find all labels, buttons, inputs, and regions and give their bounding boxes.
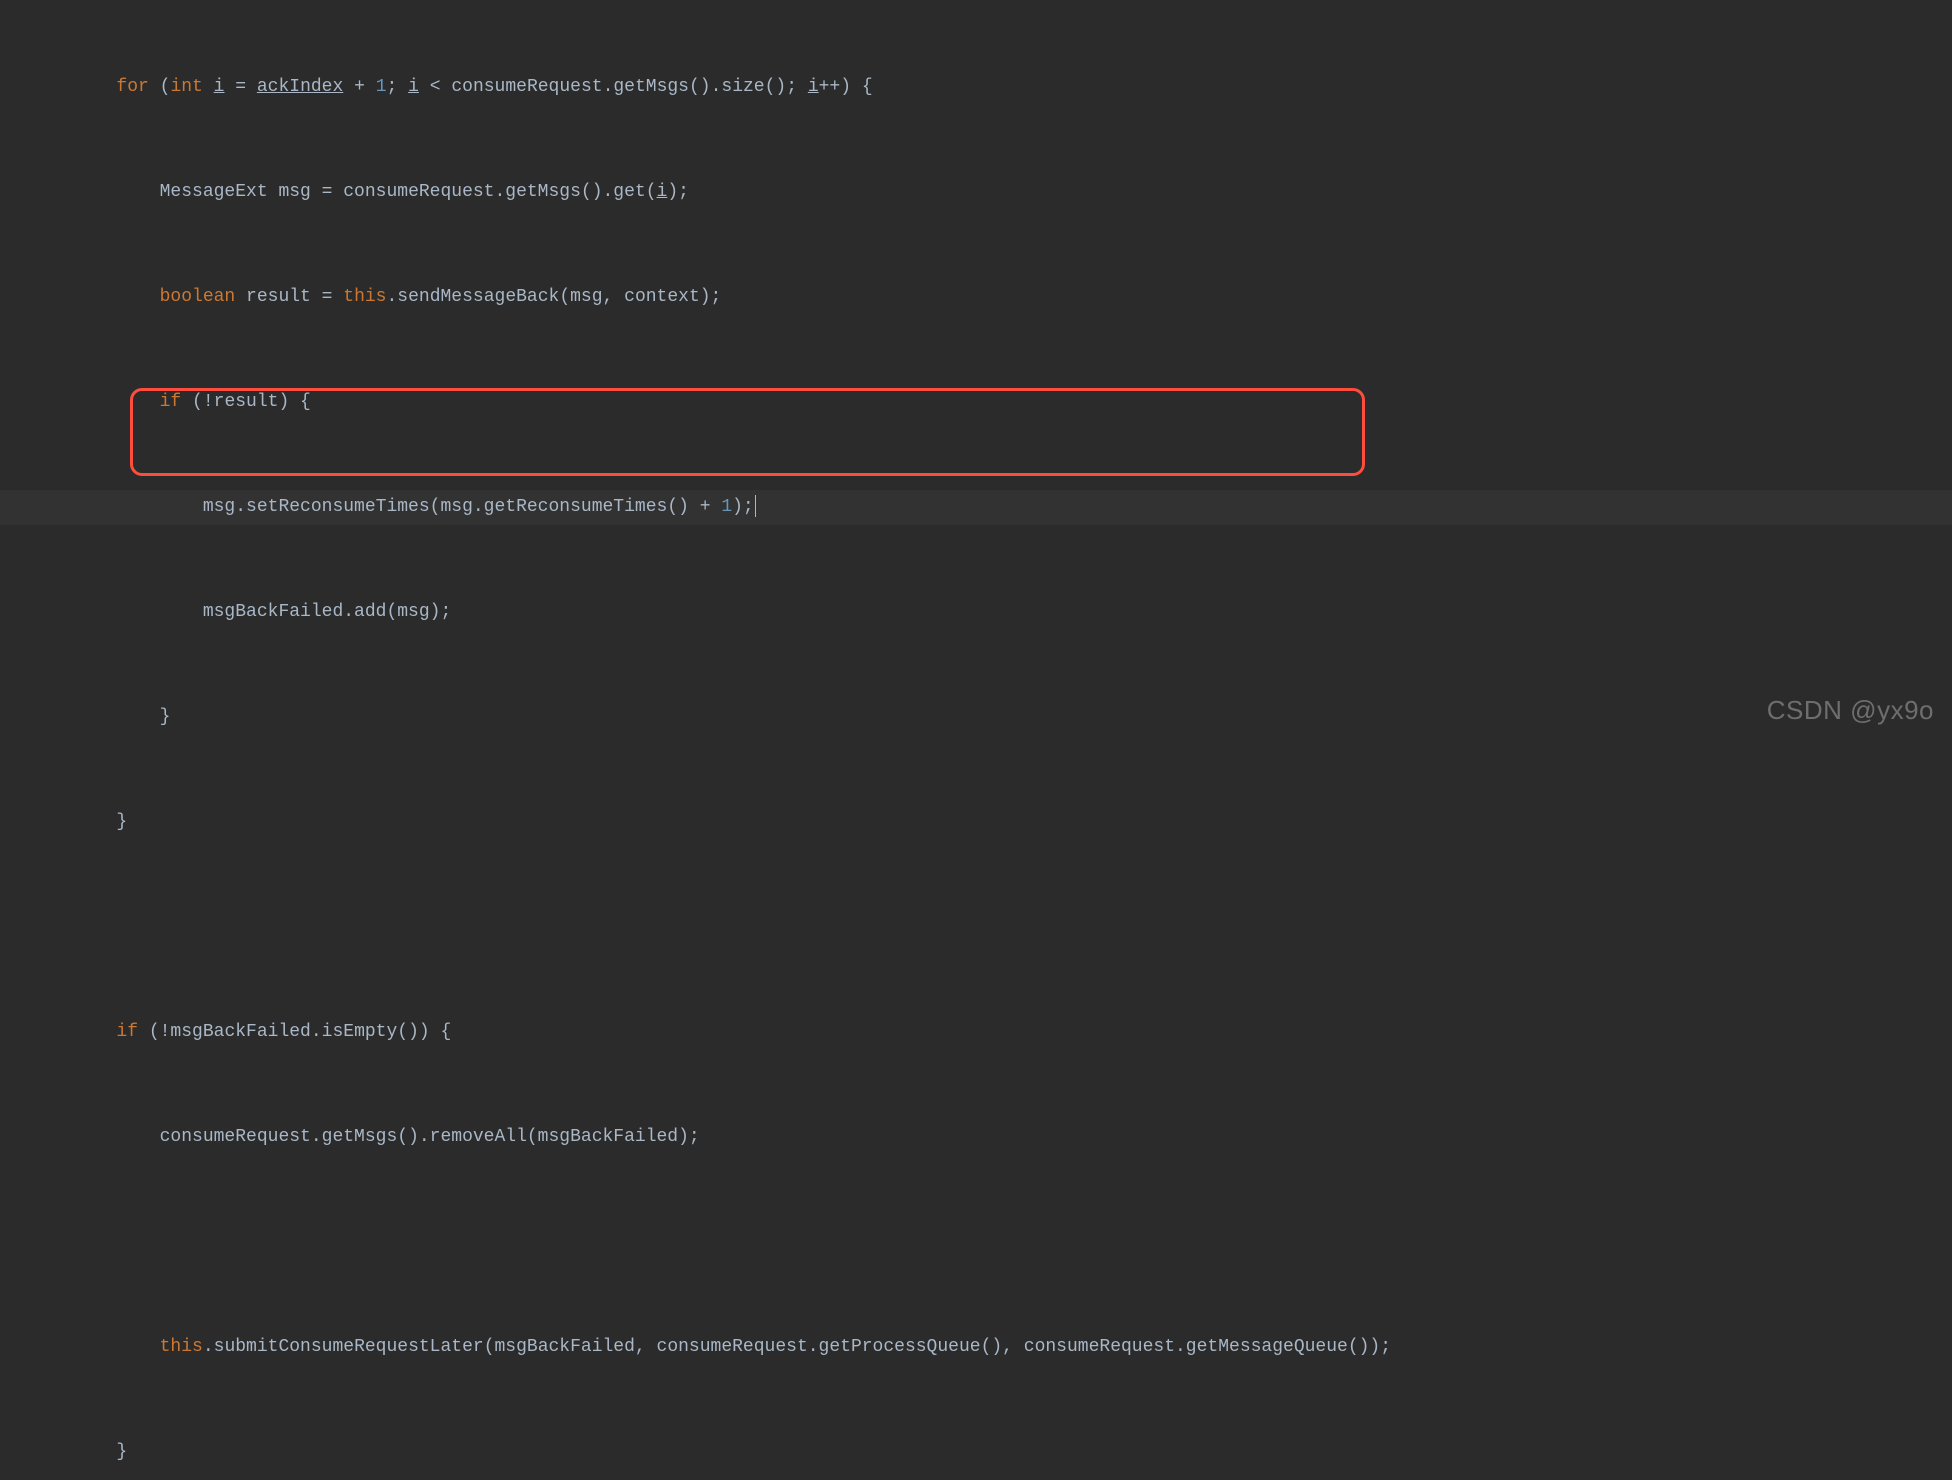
code-line[interactable]: for (int i = ackIndex + 1; i < consumeRe… bbox=[0, 70, 1952, 105]
code-text: ); bbox=[667, 182, 689, 202]
code-text: .submitConsumeRequestLater(msgBackFailed… bbox=[203, 1337, 1391, 1357]
indent bbox=[30, 1337, 160, 1357]
code-line-current[interactable]: msg.setReconsumeTimes(msg.getReconsumeTi… bbox=[0, 490, 1952, 525]
var-i: i bbox=[657, 182, 668, 202]
code-line-empty[interactable] bbox=[0, 910, 1952, 945]
code-text: MessageExt msg = consumeRequest.getMsgs(… bbox=[160, 182, 657, 202]
indent bbox=[30, 1442, 116, 1462]
keyword-int: int bbox=[170, 77, 202, 97]
var-i: i bbox=[808, 77, 819, 97]
keyword-boolean: boolean bbox=[160, 287, 236, 307]
code-text: consumeRequest.getMsgs().removeAll(msgBa… bbox=[160, 1127, 700, 1147]
code-line-empty[interactable] bbox=[0, 1225, 1952, 1260]
code-line[interactable]: MessageExt msg = consumeRequest.getMsgs(… bbox=[0, 175, 1952, 210]
close-brace: } bbox=[116, 1442, 127, 1462]
code-text: ); bbox=[732, 497, 754, 517]
indent bbox=[30, 497, 203, 517]
code-text: result = bbox=[235, 287, 343, 307]
num-1: 1 bbox=[721, 497, 732, 517]
code-line[interactable]: } bbox=[0, 700, 1952, 735]
indent bbox=[30, 602, 203, 622]
code-line[interactable]: msgBackFailed.add(msg); bbox=[0, 595, 1952, 630]
indent bbox=[30, 1127, 160, 1147]
code-text: .sendMessageBack(msg, context); bbox=[387, 287, 722, 307]
expr: < consumeRequest.getMsgs().size(); bbox=[419, 77, 808, 97]
op-eq: = bbox=[224, 77, 256, 97]
watermark: CSDN @yx9o bbox=[1767, 693, 1934, 728]
indent bbox=[30, 392, 160, 412]
var-i: i bbox=[408, 77, 419, 97]
semi: ; bbox=[387, 77, 409, 97]
code-text: msgBackFailed.add(msg); bbox=[203, 602, 451, 622]
code-line[interactable]: } bbox=[0, 805, 1952, 840]
indent bbox=[30, 812, 116, 832]
var-ackindex: ackIndex bbox=[257, 77, 343, 97]
code-editor[interactable]: for (int i = ackIndex + 1; i < consumeRe… bbox=[0, 0, 1952, 1480]
keyword-for: for bbox=[116, 77, 148, 97]
code-line[interactable]: } bbox=[0, 1435, 1952, 1470]
indent bbox=[30, 182, 160, 202]
close-brace: } bbox=[116, 812, 127, 832]
indent bbox=[30, 287, 160, 307]
keyword-if: if bbox=[160, 392, 182, 412]
code-text: (!msgBackFailed.isEmpty()) { bbox=[138, 1022, 451, 1042]
keyword-this: this bbox=[343, 287, 386, 307]
code-line[interactable]: boolean result = this.sendMessageBack(ms… bbox=[0, 280, 1952, 315]
num-1: 1 bbox=[376, 77, 387, 97]
code-text: msg.setReconsumeTimes(msg.getReconsumeTi… bbox=[203, 497, 721, 517]
code-text: (!result) { bbox=[181, 392, 311, 412]
code-line[interactable]: if (!msgBackFailed.isEmpty()) { bbox=[0, 1015, 1952, 1050]
var-i: i bbox=[214, 77, 225, 97]
code-line[interactable]: this.submitConsumeRequestLater(msgBackFa… bbox=[0, 1330, 1952, 1365]
op-plus: + bbox=[343, 77, 375, 97]
indent bbox=[30, 1022, 116, 1042]
keyword-if: if bbox=[116, 1022, 138, 1042]
inc-brace: ++) { bbox=[819, 77, 873, 97]
code-line[interactable]: if (!result) { bbox=[0, 385, 1952, 420]
text-cursor bbox=[755, 495, 756, 517]
code-line[interactable]: consumeRequest.getMsgs().removeAll(msgBa… bbox=[0, 1120, 1952, 1155]
indent bbox=[30, 707, 160, 727]
close-brace: } bbox=[160, 707, 171, 727]
keyword-this: this bbox=[160, 1337, 203, 1357]
